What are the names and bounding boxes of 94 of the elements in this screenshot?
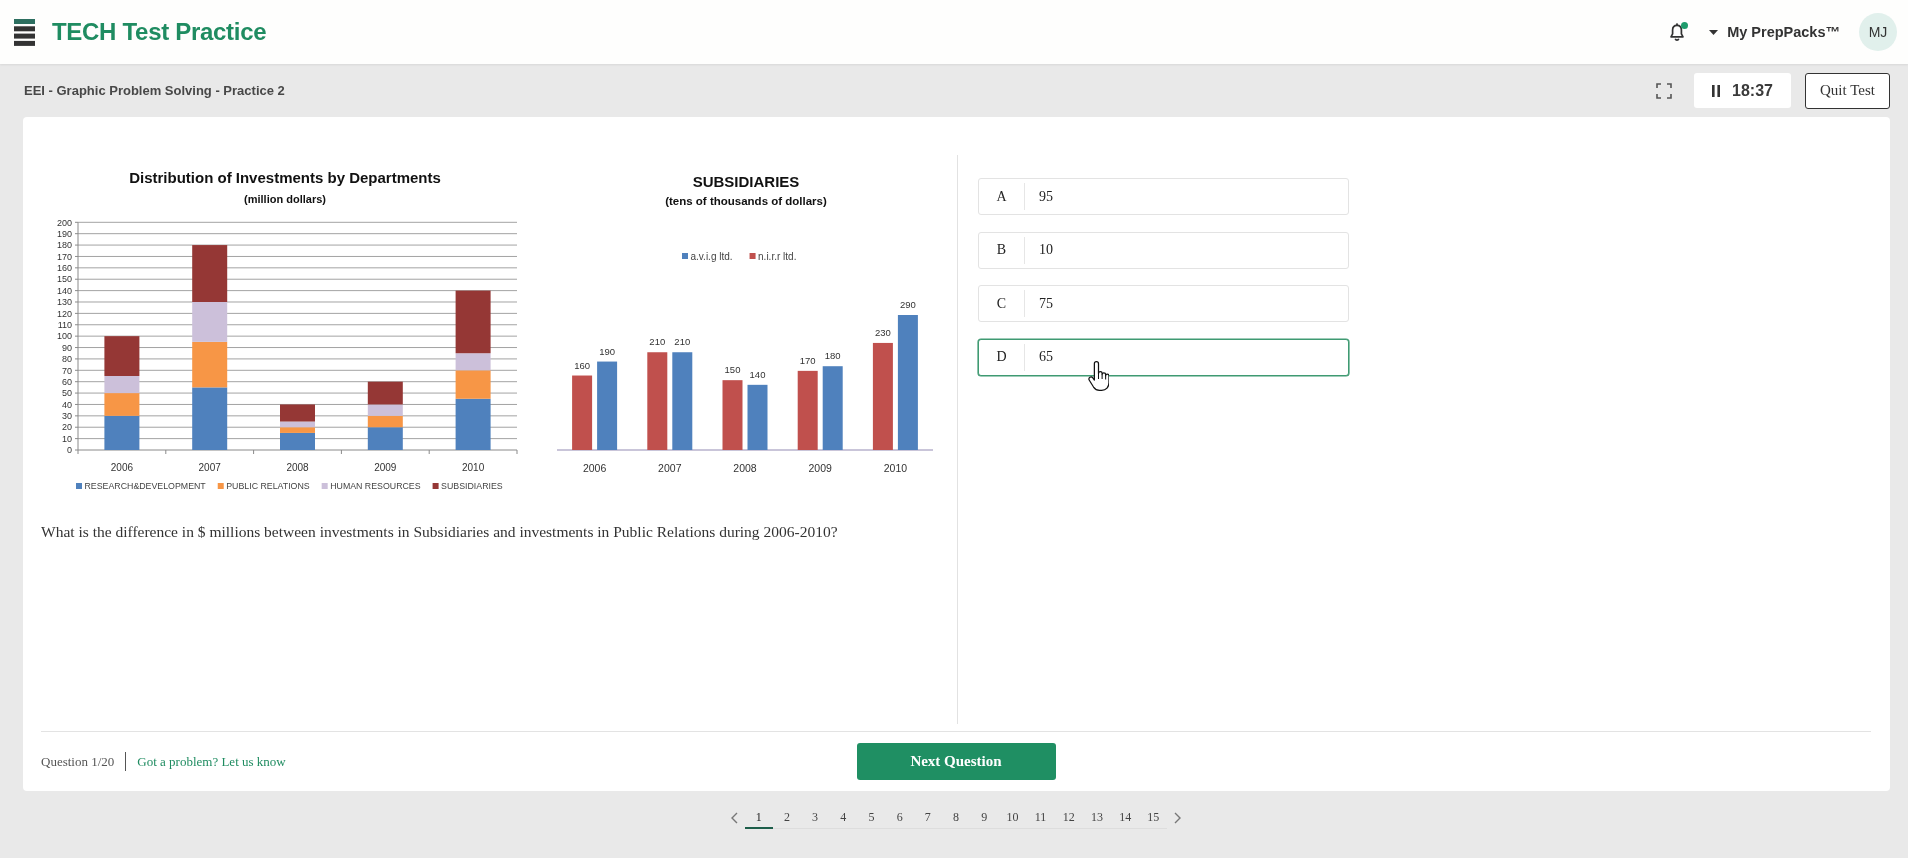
next-question-button[interactable]: Next Question — [856, 743, 1056, 780]
chart-title: SUBSIDIARIES — [692, 173, 800, 190]
page-link[interactable]: 4 — [829, 807, 858, 829]
answer-option[interactable]: B 10 — [978, 231, 1349, 269]
page-link[interactable]: 15 — [1139, 807, 1168, 829]
avatar[interactable]: MJ — [1859, 13, 1897, 51]
page-link[interactable]: 5 — [857, 807, 886, 829]
chart-bar — [747, 384, 768, 450]
data-label: 210 — [674, 336, 691, 348]
data-label: 180 — [824, 350, 841, 362]
axis-category-label: 2009 — [808, 461, 832, 474]
question-counter: Question 1/20 — [41, 753, 115, 770]
legend-label: a.v.i.g ltd. — [690, 250, 733, 262]
axis-tick-label: 160 — [56, 263, 72, 274]
axis-tick-label: 10 — [62, 433, 72, 444]
axis-tick-label: 140 — [56, 285, 72, 296]
data-label: 190 — [599, 345, 616, 357]
data-label: 230 — [874, 326, 891, 338]
chart-bar — [722, 380, 743, 450]
answer-option[interactable]: C 75 — [978, 285, 1349, 322]
axis-category-label: 2007 — [198, 461, 221, 473]
axis-tick-label: 50 — [62, 388, 72, 399]
page-link[interactable]: 10 — [998, 807, 1027, 829]
axis-category-label: 2006 — [582, 461, 607, 474]
page-link[interactable]: 12 — [1054, 807, 1083, 829]
axis-tick-label: 0 — [67, 445, 72, 456]
legend-label: RESEARCH&DEVELOPMENT — [84, 481, 206, 492]
axis-tick-label: 20 — [62, 422, 72, 433]
chevron-left-icon[interactable] — [730, 812, 738, 824]
axis-tick-label: 90 — [62, 342, 72, 353]
brand-title: TECH Test Practice — [52, 18, 267, 46]
data-label: 160 — [574, 359, 591, 371]
hand-cursor-icon — [1088, 361, 1109, 392]
chevron-right-icon[interactable] — [1174, 812, 1182, 824]
report-problem-link[interactable]: Got a problem? Let us know — [137, 753, 286, 770]
axis-tick-label: 150 — [56, 274, 72, 285]
fullscreen-icon[interactable] — [1656, 82, 1672, 99]
axis-tick-label: 30 — [62, 411, 72, 422]
page-link[interactable]: 1 — [744, 807, 773, 829]
chart-title: Distribution of Investments by Departments — [129, 169, 441, 186]
answer-option[interactable]: A 95 — [978, 178, 1349, 215]
axis-tick-label: 70 — [62, 365, 72, 376]
axis-category-label: 2008 — [733, 461, 757, 474]
axis-tick-label: 200 — [56, 217, 72, 228]
axis-tick-label: 110 — [57, 320, 72, 330]
quit-test-button[interactable]: Quit Test — [1805, 72, 1890, 109]
legend-label: SUBSIDIARIES — [441, 481, 503, 492]
chart-bar-segment — [192, 387, 228, 450]
chart-subtitle: (tens of thousands of dollars) — [665, 195, 827, 207]
axis-tick-label: 120 — [56, 308, 72, 319]
pause-icon[interactable] — [1712, 84, 1721, 97]
page-link[interactable]: 11 — [1026, 807, 1055, 829]
data-label: 140 — [749, 368, 766, 380]
axis-tick-label: 190 — [56, 228, 72, 239]
page-link[interactable]: 3 — [800, 807, 830, 829]
test-title: EEI - Graphic Problem Solving - Practice 2 — [24, 83, 286, 98]
question-text: What is the difference in $ millions between investments in Subsidiaries and investments in Public Relations during 2006-2010? — [41, 523, 839, 541]
answer-option[interactable]: D 65 — [978, 338, 1349, 376]
axis-tick-label: 60 — [62, 376, 72, 387]
data-label: 150 — [724, 364, 741, 376]
page-link[interactable]: 7 — [913, 807, 942, 829]
axis-tick-label: 100 — [56, 331, 72, 342]
axis-category-label: 2008 — [286, 461, 309, 473]
page-link[interactable]: 9 — [970, 807, 999, 829]
axis-tick-label: 130 — [56, 297, 72, 308]
page-link[interactable]: 8 — [941, 807, 971, 829]
data-label: 290 — [899, 299, 916, 310]
legend-label: PUBLIC RELATIONS — [226, 481, 310, 492]
menu-icon[interactable] — [14, 18, 35, 46]
data-label: 210 — [649, 336, 666, 348]
legend-label: HUMAN RESOURCES — [330, 481, 421, 492]
chart-bar-segment — [192, 245, 228, 302]
page-link[interactable]: 2 — [772, 807, 801, 829]
page-link[interactable]: 14 — [1111, 807, 1140, 829]
data-label: 170 — [799, 354, 816, 366]
caret-down-icon — [1709, 29, 1719, 35]
account-menu-button[interactable]: My PrepPacks™ — [1709, 24, 1840, 40]
axis-category-label: 2007 — [658, 461, 682, 474]
axis-tick-label: 180 — [56, 240, 72, 251]
timer-text: 18:37 — [1732, 81, 1773, 100]
bell-icon[interactable] — [1669, 22, 1686, 42]
axis-category-label: 2010 — [883, 461, 908, 474]
chart-subtitle: (million dollars) — [244, 193, 326, 205]
axis-category-label: 2009 — [374, 461, 397, 473]
legend-label: n.i.r.r ltd. — [758, 250, 797, 262]
axis-tick-label: 40 — [62, 399, 72, 410]
page-link[interactable]: 13 — [1082, 807, 1112, 829]
chart-bar-segment — [192, 341, 228, 388]
chart-bar-segment — [192, 302, 228, 342]
axis-category-label: 2010 — [462, 461, 485, 473]
page-link[interactable]: 6 — [885, 807, 914, 829]
axis-tick-label: 80 — [62, 354, 72, 365]
axis-tick-label: 170 — [56, 251, 72, 262]
axis-category-label: 2006 — [110, 461, 133, 473]
